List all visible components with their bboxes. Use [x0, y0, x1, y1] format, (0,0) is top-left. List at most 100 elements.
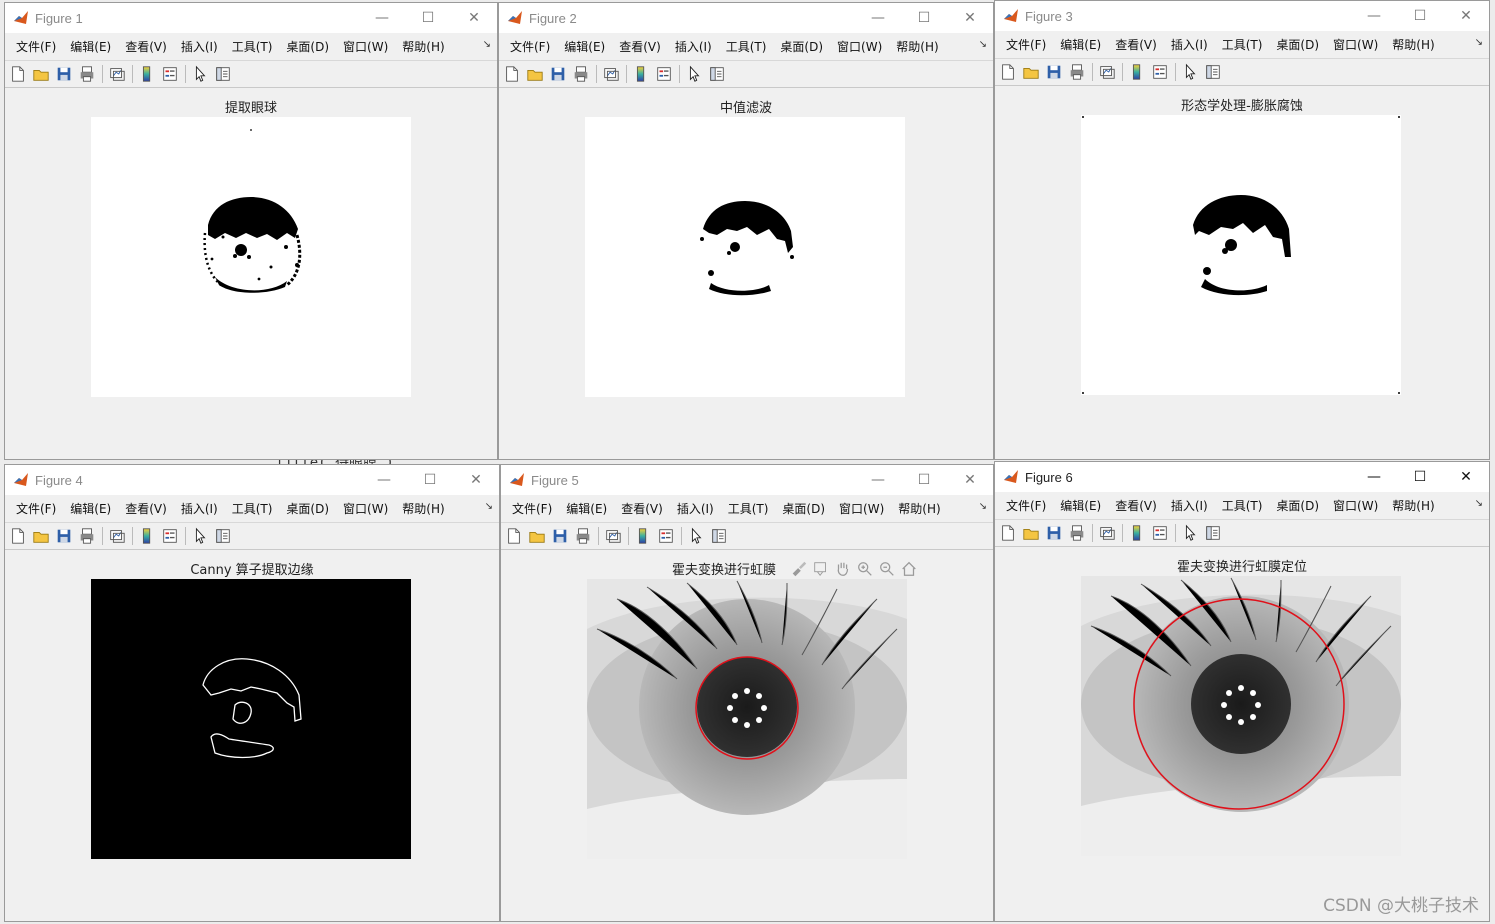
menu-tools[interactable]: 工具(T): [225, 38, 280, 55]
edit-plot-arrow-icon[interactable]: [1180, 523, 1200, 543]
figure-window-4[interactable]: Figure 4 — ☐ ✕ 文件(F) 编辑(E) 查看(V) 插入(I) 工…: [4, 464, 500, 922]
link-plot-icon[interactable]: [1097, 523, 1117, 543]
menu-file[interactable]: 文件(F): [505, 500, 559, 517]
data-tips-icon[interactable]: [811, 559, 831, 579]
menu-view[interactable]: 查看(V): [612, 38, 668, 55]
menu-overflow-icon[interactable]: ↘: [979, 39, 987, 50]
edit-plot-arrow-icon[interactable]: [684, 64, 704, 84]
figure-window-2[interactable]: Figure 2 — ☐ ✕ 文件(F) 编辑(E) 查看(V) 插入(I) 工…: [498, 2, 994, 460]
save-icon[interactable]: [548, 64, 568, 84]
menu-tools[interactable]: 工具(T): [1215, 36, 1270, 53]
print-icon[interactable]: [77, 64, 97, 84]
maximize-button[interactable]: ☐: [1397, 462, 1443, 492]
property-inspector-icon[interactable]: [1203, 523, 1223, 543]
zoom-out-icon[interactable]: [877, 559, 897, 579]
edit-plot-arrow-icon[interactable]: [190, 64, 210, 84]
insert-legend-icon[interactable]: [1150, 523, 1170, 543]
save-icon[interactable]: [54, 64, 74, 84]
menu-view[interactable]: 查看(V): [118, 38, 174, 55]
open-folder-icon[interactable]: [31, 526, 51, 546]
maximize-button[interactable]: ☐: [901, 3, 947, 33]
restore-view-home-icon[interactable]: [899, 559, 919, 579]
menu-edit[interactable]: 编辑(E): [1053, 36, 1108, 53]
insert-colorbar-icon[interactable]: [631, 64, 651, 84]
menu-view[interactable]: 查看(V): [1108, 497, 1164, 514]
open-folder-icon[interactable]: [525, 64, 545, 84]
menu-file[interactable]: 文件(F): [9, 38, 63, 55]
menu-view[interactable]: 查看(V): [614, 500, 670, 517]
edit-plot-arrow-icon[interactable]: [1180, 62, 1200, 82]
menu-edit[interactable]: 编辑(E): [63, 500, 118, 517]
minimize-button[interactable]: —: [855, 465, 901, 495]
menu-insert[interactable]: 插入(I): [1164, 497, 1215, 514]
save-icon[interactable]: [1044, 62, 1064, 82]
titlebar[interactable]: Figure 4 — ☐ ✕: [5, 465, 499, 495]
open-folder-icon[interactable]: [1021, 523, 1041, 543]
print-icon[interactable]: [571, 64, 591, 84]
menu-desktop[interactable]: 桌面(D): [773, 38, 830, 55]
image-axes[interactable]: [91, 117, 411, 397]
edit-plot-arrow-icon[interactable]: [190, 526, 210, 546]
maximize-button[interactable]: ☐: [901, 465, 947, 495]
link-plot-icon[interactable]: [1097, 62, 1117, 82]
menu-tools[interactable]: 工具(T): [721, 500, 776, 517]
menu-desktop[interactable]: 桌面(D): [279, 500, 336, 517]
insert-colorbar-icon[interactable]: [1127, 523, 1147, 543]
close-button[interactable]: ✕: [1443, 1, 1489, 31]
close-button[interactable]: ✕: [451, 3, 497, 33]
menu-desktop[interactable]: 桌面(D): [279, 38, 336, 55]
image-axes[interactable]: [91, 579, 411, 859]
titlebar[interactable]: Figure 2 — ☐ ✕: [499, 3, 993, 33]
menu-tools[interactable]: 工具(T): [225, 500, 280, 517]
menu-help[interactable]: 帮助(H): [1385, 497, 1441, 514]
minimize-button[interactable]: —: [855, 3, 901, 33]
menu-window[interactable]: 窗口(W): [832, 500, 891, 517]
menu-view[interactable]: 查看(V): [1108, 36, 1164, 53]
menu-view[interactable]: 查看(V): [118, 500, 174, 517]
close-button[interactable]: ✕: [947, 465, 993, 495]
menu-window[interactable]: 窗口(W): [336, 500, 395, 517]
save-icon[interactable]: [54, 526, 74, 546]
property-inspector-icon[interactable]: [213, 526, 233, 546]
menu-overflow-icon[interactable]: ↘: [483, 39, 491, 50]
figure-window-3[interactable]: Figure 3 — ☐ ✕ 文件(F) 编辑(E) 查看(V) 插入(I) 工…: [994, 0, 1490, 460]
open-folder-icon[interactable]: [527, 526, 547, 546]
close-button[interactable]: ✕: [453, 465, 499, 495]
menu-insert[interactable]: 插入(I): [174, 38, 225, 55]
open-folder-icon[interactable]: [1021, 62, 1041, 82]
minimize-button[interactable]: —: [1351, 462, 1397, 492]
insert-legend-icon[interactable]: [160, 64, 180, 84]
menu-window[interactable]: 窗口(W): [336, 38, 395, 55]
print-icon[interactable]: [1067, 523, 1087, 543]
new-file-icon[interactable]: [998, 62, 1018, 82]
menu-window[interactable]: 窗口(W): [1326, 36, 1385, 53]
property-inspector-icon[interactable]: [213, 64, 233, 84]
zoom-in-icon[interactable]: [855, 559, 875, 579]
menu-overflow-icon[interactable]: ↘: [1475, 37, 1483, 48]
titlebar[interactable]: Figure 1 — ☐ ✕: [5, 3, 497, 33]
menu-help[interactable]: 帮助(H): [1385, 36, 1441, 53]
menu-insert[interactable]: 插入(I): [174, 500, 225, 517]
menu-help[interactable]: 帮助(H): [395, 38, 451, 55]
menu-window[interactable]: 窗口(W): [830, 38, 889, 55]
link-plot-icon[interactable]: [107, 526, 127, 546]
menu-help[interactable]: 帮助(H): [395, 500, 451, 517]
image-axes[interactable]: [1081, 115, 1401, 395]
insert-legend-icon[interactable]: [1150, 62, 1170, 82]
menu-desktop[interactable]: 桌面(D): [1269, 36, 1326, 53]
save-icon[interactable]: [550, 526, 570, 546]
new-file-icon[interactable]: [8, 64, 28, 84]
insert-colorbar-icon[interactable]: [137, 526, 157, 546]
image-axes[interactable]: [1081, 576, 1401, 856]
menu-overflow-icon[interactable]: ↘: [485, 501, 493, 512]
maximize-button[interactable]: ☐: [405, 3, 451, 33]
insert-legend-icon[interactable]: [160, 526, 180, 546]
menu-overflow-icon[interactable]: ↘: [1475, 498, 1483, 509]
print-icon[interactable]: [573, 526, 593, 546]
close-button[interactable]: ✕: [1443, 462, 1489, 492]
menu-tools[interactable]: 工具(T): [1215, 497, 1270, 514]
minimize-button[interactable]: —: [359, 3, 405, 33]
pan-hand-icon[interactable]: [833, 559, 853, 579]
property-inspector-icon[interactable]: [1203, 62, 1223, 82]
menu-file[interactable]: 文件(F): [999, 497, 1053, 514]
